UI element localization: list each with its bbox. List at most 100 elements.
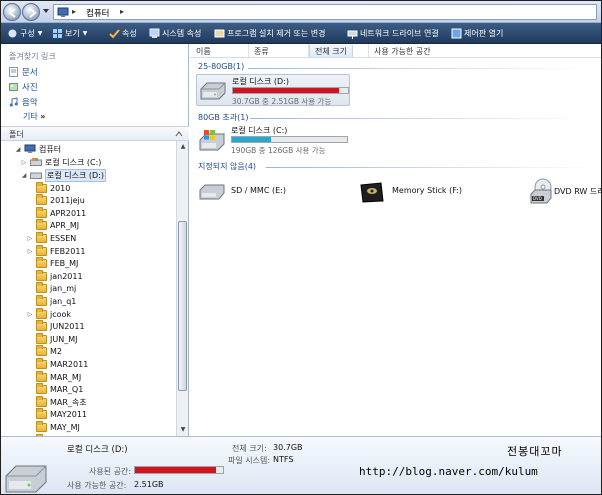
drive-tile-memory-stick[interactable]: Memory Stick (F:) [355, 180, 505, 206]
tree-node-drive-c[interactable]: ▷ 로컬 디스크 (C:) [21, 156, 102, 168]
tree-folder-item[interactable]: M2 [27, 345, 62, 358]
scroll-up-arrow-icon[interactable]: ▲ [177, 141, 189, 153]
address-path[interactable]: ▸ 컴퓨터 ▸ [53, 4, 597, 20]
tree-folder-item[interactable]: jan_mj [27, 282, 77, 295]
tree-folder-item[interactable]: jan2011 [27, 269, 83, 282]
folder-icon [36, 231, 47, 243]
organize-icon [8, 29, 17, 38]
drive-tile-d[interactable]: 로컬 디스크 (D:) 30.7GB 중 2.51GB 사용 가능 [196, 74, 350, 106]
tree-folder-item[interactable]: MAR_속초 [27, 395, 87, 408]
properties-button[interactable]: 속성 [109, 26, 137, 41]
organize-button[interactable]: 구성 ▼ [7, 26, 42, 41]
vertical-scrollbar[interactable]: ▲ ▼ [176, 141, 188, 436]
tree-folder-item[interactable]: FEB_MJ [27, 257, 79, 270]
tree-folder-item[interactable]: 2011jeju [27, 194, 85, 207]
open-control-panel-button[interactable]: 제어판 열기 [451, 26, 503, 41]
chevron-up-icon[interactable] [175, 131, 183, 137]
group-header-25-80gb[interactable]: 25-80GB(1) [198, 62, 244, 71]
drive-tile-c[interactable]: 로컬 디스크 (C:) 190GB 중 126GB 사용 가능 [196, 124, 350, 156]
breadcrumb-separator-icon[interactable]: ▸ [120, 7, 124, 16]
tree-folder-item[interactable]: MAR2011 [27, 357, 88, 370]
expand-triangle-icon[interactable]: ▷ [27, 248, 33, 255]
favorite-link-documents[interactable]: 문서 [9, 65, 38, 78]
tree-folder-label: M2 [50, 347, 62, 357]
map-network-drive-label: 네트워크 드라이브 연결 [360, 29, 439, 38]
column-divider[interactable] [248, 44, 249, 58]
drive-tile-sd-mmc[interactable]: SD / MMC (E:) [196, 180, 336, 206]
column-total-size[interactable]: 전체 크기 [309, 45, 353, 57]
details-usage-bar [134, 466, 224, 474]
expand-triangle-icon[interactable]: ▷ [27, 235, 33, 242]
views-button[interactable]: 보기 ▼ [52, 26, 87, 41]
tree-node-computer[interactable]: ◢ 컴퓨터 [15, 143, 61, 155]
total-size-label: 전체 크기: [232, 444, 267, 453]
breadcrumb-separator-icon: ▸ [72, 7, 77, 16]
tree-folder-label: jan_mj [50, 284, 77, 294]
group-header-over-80gb[interactable]: 80GB 초과(1) [198, 112, 248, 123]
dvd-logo: DVD [533, 196, 542, 201]
tree-folder-item[interactable]: ▷ jcook [27, 307, 71, 320]
tree-node-drive-d[interactable]: ◢ 로컬 디스크 (D:) [21, 168, 106, 182]
music-icon [9, 96, 18, 106]
hard-drive-large-icon [5, 465, 47, 493]
tree-folder-item[interactable]: MAR_MJ [27, 370, 81, 383]
folder-icon [36, 181, 47, 193]
tree-folder-item[interactable]: JUN2011 [27, 320, 85, 333]
breadcrumb-computer[interactable]: 컴퓨터 [86, 7, 109, 19]
tree-folder-label: MAR_Q1 [50, 385, 84, 395]
favorite-link-music[interactable]: 음악 [9, 95, 38, 108]
tree-folder-item[interactable]: MAY2011 [27, 408, 87, 421]
column-name[interactable]: 이름 [196, 46, 211, 57]
tree-folder-label: FEB_MJ [50, 259, 79, 269]
tree-folder-item[interactable]: MAY_MJ [27, 420, 80, 433]
free-space-label: 사용 가능한 공간: [67, 481, 127, 490]
expand-triangle-icon[interactable]: ▷ [21, 159, 27, 166]
tree-folder-item[interactable]: 2010 [27, 181, 70, 194]
views-icon [53, 29, 62, 38]
column-free-space[interactable]: 사용 가능한 공간 [374, 46, 431, 57]
uninstall-program-label: 프로그램 설치 제거 또는 변경 [227, 29, 326, 38]
scroll-thumb[interactable] [178, 221, 187, 391]
back-button[interactable] [3, 3, 21, 21]
tree-folder-label: MAY_MJ [50, 422, 80, 432]
file-system-value: NTFS [273, 455, 294, 464]
folder-icon [36, 420, 47, 432]
column-divider[interactable] [368, 44, 369, 58]
recent-pages-chevron-icon[interactable] [42, 7, 50, 15]
tree-folder-item[interactable]: ▷ ESSEN [27, 231, 76, 244]
tree-folder-item[interactable]: jan_q1 [27, 294, 76, 307]
folder-icon [36, 395, 47, 407]
folder-icon [36, 408, 47, 420]
drive-usage-fill [233, 88, 339, 93]
more-favorites-link[interactable]: 기타 » [23, 111, 45, 122]
tree-folder-item[interactable]: MAR_Q1 [27, 383, 84, 396]
tree-folder-item[interactable]: ▷ FEB2011 [27, 244, 86, 257]
folders-header[interactable]: 폴더 [1, 126, 189, 141]
column-type[interactable]: 종류 [254, 46, 269, 57]
group-divider [248, 68, 588, 69]
system-properties-button[interactable]: 시스템 속성 [149, 26, 201, 41]
tree-folder-label: JUN2011 [50, 322, 85, 332]
documents-icon [9, 66, 18, 77]
uninstall-program-button[interactable]: 프로그램 설치 제거 또는 변경 [214, 26, 326, 41]
forward-button[interactable] [22, 3, 40, 21]
favorite-link-pictures[interactable]: 사진 [9, 80, 38, 93]
map-network-drive-button[interactable]: 네트워크 드라이브 연결 [347, 26, 439, 41]
details-usage-fill [135, 467, 216, 473]
scroll-down-arrow-icon[interactable]: ▼ [177, 424, 189, 436]
open-control-panel-label: 제어판 열기 [464, 29, 504, 38]
collapse-triangle-icon[interactable]: ◢ [15, 146, 21, 153]
watermark-name: 전봉대꼬마 [507, 445, 563, 458]
group-header-unspecified[interactable]: 지정되지 않음(4) [198, 161, 256, 172]
tree-folder-label: JUN_MJ [50, 334, 78, 344]
tree-folder-item[interactable]: JUN_MJ [27, 332, 78, 345]
checkmark-icon [109, 29, 120, 39]
drive-tile-dvd-rw[interactable]: DVD DVD RW 드라 [528, 176, 601, 206]
expand-triangle-icon[interactable]: ▷ [27, 311, 33, 318]
tree-folder-item[interactable]: APR2011 [27, 206, 86, 219]
folder-icon [36, 357, 47, 369]
favorite-link-label: 음악 [22, 97, 38, 108]
windows-drive-icon [30, 158, 42, 166]
tree-folder-item[interactable]: APR_MJ [27, 219, 79, 232]
collapse-triangle-icon[interactable]: ◢ [21, 172, 27, 179]
